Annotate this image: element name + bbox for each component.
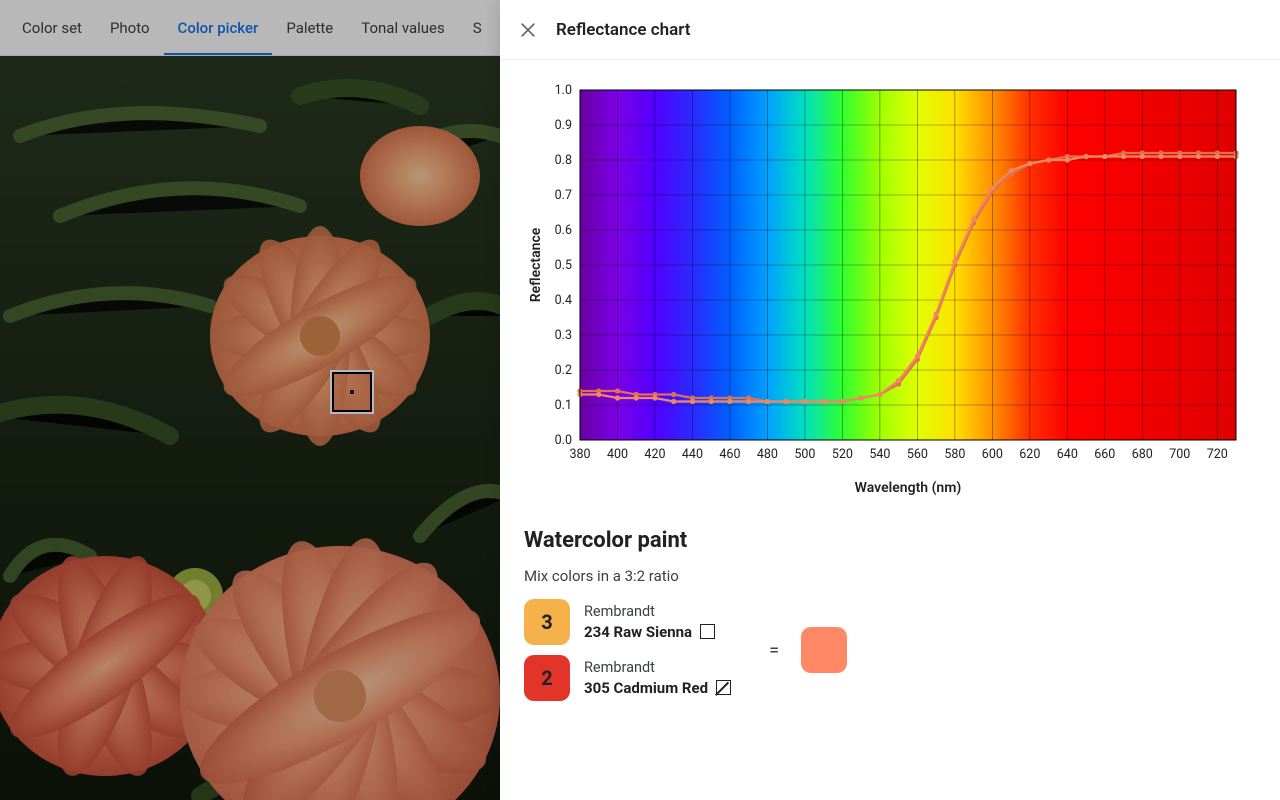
svg-text:0.1: 0.1 [555, 398, 572, 413]
svg-text:720: 720 [1207, 447, 1228, 462]
mix-result-swatch [801, 627, 847, 673]
equals-sign: = [769, 640, 779, 661]
paint-brand: Rembrandt [584, 658, 731, 678]
svg-text:0.6: 0.6 [555, 223, 572, 238]
tab-color-set[interactable]: Color set [8, 1, 96, 55]
svg-text:0.8: 0.8 [555, 153, 572, 168]
paint-info: Rembrandt305 Cadmium Red [584, 658, 731, 698]
mix-row: 3Rembrandt234 Raw Sienna2Rembrandt305 Ca… [524, 599, 1256, 701]
svg-text:Reflectance: Reflectance [528, 227, 544, 302]
svg-text:420: 420 [644, 447, 665, 462]
tab-photo[interactable]: Photo [96, 1, 164, 55]
paint-item[interactable]: 2 Rembrandt305 Cadmium Red [524, 655, 731, 701]
app-root: Color setPhotoColor pickerPaletteTonal v… [0, 0, 1280, 800]
svg-text:660: 660 [1094, 447, 1115, 462]
ratio-chip: 3 [524, 599, 570, 645]
paint-brand: Rembrandt [584, 602, 715, 622]
svg-text:1.0: 1.0 [555, 83, 572, 98]
paint-info: Rembrandt234 Raw Sienna [584, 602, 715, 642]
mix-paint-list: 3Rembrandt234 Raw Sienna2Rembrandt305 Ca… [524, 599, 731, 701]
svg-text:520: 520 [832, 447, 853, 462]
svg-text:700: 700 [1169, 447, 1190, 462]
opacity-icon [716, 680, 731, 695]
svg-text:0.4: 0.4 [555, 293, 572, 308]
panel-header: Reflectance chart [500, 0, 1280, 60]
svg-text:Wavelength (nm): Wavelength (nm) [855, 480, 962, 496]
photo-svg [0, 56, 500, 800]
mix-section-title: Watercolor paint [524, 528, 1256, 553]
close-icon[interactable] [518, 20, 538, 40]
svg-text:640: 640 [1057, 447, 1078, 462]
paint-name: 305 Cadmium Red [584, 678, 708, 698]
tab-tonal-values[interactable]: Tonal values [347, 1, 459, 55]
opacity-icon [700, 624, 715, 639]
svg-text:620: 620 [1019, 447, 1040, 462]
svg-text:0.5: 0.5 [555, 258, 572, 273]
tab-color-picker[interactable]: Color picker [164, 1, 273, 55]
reflectance-panel: Reflectance chart 0.00.10.20.30.40.50.60… [500, 0, 1280, 800]
svg-text:440: 440 [682, 447, 703, 462]
chart-svg: 0.0 0.1 0.2 0.3 0.4 0.5 0.6 0.7 0.8 0.9 1.0 380 400 4… [524, 80, 1244, 500]
tab-bar: Color setPhotoColor pickerPaletteTonal v… [0, 0, 500, 56]
ratio-chip: 2 [524, 655, 570, 701]
tab-s[interactable]: S [459, 1, 496, 55]
svg-text:480: 480 [757, 447, 778, 462]
left-pane: Color setPhotoColor pickerPaletteTonal v… [0, 0, 500, 800]
svg-text:500: 500 [794, 447, 815, 462]
svg-text:400: 400 [607, 447, 628, 462]
svg-text:0.9: 0.9 [555, 118, 572, 133]
svg-text:680: 680 [1132, 447, 1153, 462]
svg-text:380: 380 [569, 447, 590, 462]
mix-hint: Mix colors in a 3:2 ratio [524, 567, 1256, 585]
svg-text:0.0: 0.0 [555, 433, 572, 448]
photo-canvas[interactable] [0, 56, 500, 800]
svg-text:0.2: 0.2 [555, 363, 572, 378]
paint-name: 234 Raw Sienna [584, 622, 692, 642]
svg-text:540: 540 [869, 447, 890, 462]
reflectance-chart: 0.0 0.1 0.2 0.3 0.4 0.5 0.6 0.7 0.8 0.9 1.0 380 400 4… [524, 80, 1244, 500]
svg-text:0.7: 0.7 [555, 188, 572, 203]
svg-text:580: 580 [944, 447, 965, 462]
panel-body: 0.0 0.1 0.2 0.3 0.4 0.5 0.6 0.7 0.8 0.9 1.0 380 400 4… [500, 60, 1280, 721]
svg-text:0.3: 0.3 [555, 328, 572, 343]
svg-text:600: 600 [982, 447, 1003, 462]
svg-text:560: 560 [907, 447, 928, 462]
panel-title: Reflectance chart [556, 20, 691, 40]
svg-text:460: 460 [719, 447, 740, 462]
tab-palette[interactable]: Palette [272, 1, 347, 55]
paint-item[interactable]: 3 Rembrandt234 Raw Sienna [524, 599, 731, 645]
